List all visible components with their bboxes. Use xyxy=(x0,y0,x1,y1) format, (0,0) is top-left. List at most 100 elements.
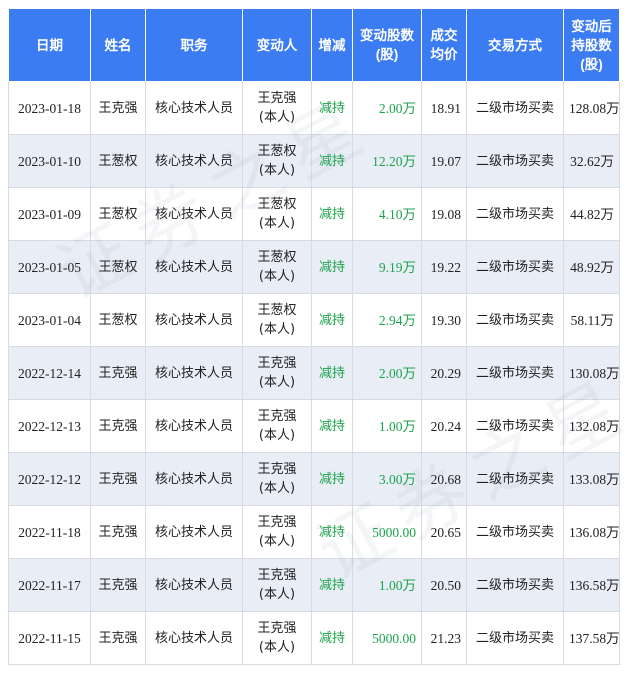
row-name: 王克强 xyxy=(90,558,146,612)
row-role: 核心技术人员 xyxy=(145,187,243,241)
row-date: 2023-01-18 xyxy=(8,81,91,135)
table-row: 2022-11-15 王克强 核心技术人员 王克强 (本人) 减持 5000.00 21.23… xyxy=(8,611,620,665)
row-after: 136.08万 xyxy=(563,505,620,559)
table-row: 2023-01-05 王葱权 核心技术人员 王葱权 (本人) 减持 9.19万 19.22 二级… xyxy=(8,240,620,294)
row-person: 王克强 (本人) xyxy=(242,611,312,665)
row-method: 二级市场买卖 xyxy=(466,293,564,347)
row-price: 19.08 xyxy=(421,187,467,241)
table-row: 2022-11-17 王克强 核心技术人员 王克强 (本人) 减持 1.00万 20.50 二级… xyxy=(8,558,620,612)
row-direction: 减持 xyxy=(311,81,353,135)
row-direction: 减持 xyxy=(311,240,353,294)
row-price: 19.07 xyxy=(421,134,467,188)
row-direction: 减持 xyxy=(311,134,353,188)
row-after: 44.82万 xyxy=(563,187,620,241)
row-price: 20.50 xyxy=(421,558,467,612)
row-method: 二级市场买卖 xyxy=(466,134,564,188)
row-direction: 减持 xyxy=(311,505,353,559)
header-price: 成交 均价 xyxy=(421,8,467,82)
row-after: 32.62万 xyxy=(563,134,620,188)
header-shares: 变动股数 (股) xyxy=(352,8,422,82)
row-method: 二级市场买卖 xyxy=(466,81,564,135)
row-shares: 3.00万 xyxy=(352,452,422,506)
row-after: 130.08万 xyxy=(563,346,620,400)
header-date: 日期 xyxy=(8,8,91,82)
row-method: 二级市场买卖 xyxy=(466,346,564,400)
row-person: 王克强 (本人) xyxy=(242,81,312,135)
row-after: 128.08万 xyxy=(563,81,620,135)
row-shares: 9.19万 xyxy=(352,240,422,294)
row-price: 20.29 xyxy=(421,346,467,400)
row-after: 48.92万 xyxy=(563,240,620,294)
row-person: 王克强 (本人) xyxy=(242,346,312,400)
row-role: 核心技术人员 xyxy=(145,134,243,188)
table-row: 2023-01-04 王葱权 核心技术人员 王葱权 (本人) 减持 2.94万 19.30 二级… xyxy=(8,293,620,347)
row-after: 132.08万 xyxy=(563,399,620,453)
row-direction: 减持 xyxy=(311,187,353,241)
row-date: 2022-11-17 xyxy=(8,558,91,612)
row-method: 二级市场买卖 xyxy=(466,505,564,559)
row-after: 58.11万 xyxy=(563,293,620,347)
row-role: 核心技术人员 xyxy=(145,558,243,612)
row-shares: 2.00万 xyxy=(352,346,422,400)
row-shares: 1.00万 xyxy=(352,558,422,612)
row-price: 20.24 xyxy=(421,399,467,453)
row-price: 19.30 xyxy=(421,293,467,347)
header-role: 职务 xyxy=(145,8,243,82)
row-method: 二级市场买卖 xyxy=(466,187,564,241)
row-name: 王葱权 xyxy=(90,293,146,347)
table-row: 2022-12-13 王克强 核心技术人员 王克强 (本人) 减持 1.00万 20.24 二级… xyxy=(8,399,620,453)
row-direction: 减持 xyxy=(311,558,353,612)
row-person: 王葱权 (本人) xyxy=(242,187,312,241)
row-method: 二级市场买卖 xyxy=(466,399,564,453)
row-role: 核心技术人员 xyxy=(145,452,243,506)
row-method: 二级市场买卖 xyxy=(466,558,564,612)
header-method: 交易方式 xyxy=(466,8,564,82)
row-shares: 5000.00 xyxy=(352,505,422,559)
row-date: 2022-12-14 xyxy=(8,346,91,400)
row-shares: 1.00万 xyxy=(352,399,422,453)
table-row: 2023-01-09 王葱权 核心技术人员 王葱权 (本人) 减持 4.10万 19.08 二级… xyxy=(8,187,620,241)
row-role: 核心技术人员 xyxy=(145,81,243,135)
row-name: 王克强 xyxy=(90,399,146,453)
row-name: 王克强 xyxy=(90,452,146,506)
row-method: 二级市场买卖 xyxy=(466,611,564,665)
row-direction: 减持 xyxy=(311,399,353,453)
row-person: 王克强 (本人) xyxy=(242,399,312,453)
row-person: 王葱权 (本人) xyxy=(242,240,312,294)
row-person: 王克强 (本人) xyxy=(242,452,312,506)
row-price: 18.91 xyxy=(421,81,467,135)
row-role: 核心技术人员 xyxy=(145,505,243,559)
row-date: 2022-11-18 xyxy=(8,505,91,559)
row-date: 2022-12-13 xyxy=(8,399,91,453)
header-after: 变动后 持股数 (股) xyxy=(563,8,620,82)
row-name: 王克强 xyxy=(90,81,146,135)
row-shares: 12.20万 xyxy=(352,134,422,188)
row-person: 王葱权 (本人) xyxy=(242,134,312,188)
header-person: 变动人 xyxy=(242,8,312,82)
row-role: 核心技术人员 xyxy=(145,399,243,453)
row-role: 核心技术人员 xyxy=(145,346,243,400)
row-name: 王葱权 xyxy=(90,187,146,241)
table-row: 2022-12-14 王克强 核心技术人员 王克强 (本人) 减持 2.00万 20.29 二级… xyxy=(8,346,620,400)
row-price: 20.68 xyxy=(421,452,467,506)
row-name: 王克强 xyxy=(90,346,146,400)
row-shares: 5000.00 xyxy=(352,611,422,665)
row-role: 核心技术人员 xyxy=(145,293,243,347)
header-name: 姓名 xyxy=(90,8,146,82)
row-after: 137.58万 xyxy=(563,611,620,665)
row-date: 2022-11-15 xyxy=(8,611,91,665)
table-row: 2023-01-10 王葱权 核心技术人员 王葱权 (本人) 减持 12.20万 19.07 二… xyxy=(8,134,620,188)
row-name: 王克强 xyxy=(90,611,146,665)
row-date: 2022-12-12 xyxy=(8,452,91,506)
table-header-row: 日期 姓名 职务 变动人 增减 变动股数 (股) 成交 均价 交易方式 变动后 持股数… xyxy=(8,8,620,82)
table-row: 2023-01-18 王克强 核心技术人员 王克强 (本人) 减持 2.00万 18.91 二级… xyxy=(8,81,620,135)
row-price: 19.22 xyxy=(421,240,467,294)
row-person: 王克强 (本人) xyxy=(242,558,312,612)
row-direction: 减持 xyxy=(311,452,353,506)
row-method: 二级市场买卖 xyxy=(466,452,564,506)
row-price: 21.23 xyxy=(421,611,467,665)
row-direction: 减持 xyxy=(311,611,353,665)
row-date: 2023-01-09 xyxy=(8,187,91,241)
row-role: 核心技术人员 xyxy=(145,240,243,294)
row-role: 核心技术人员 xyxy=(145,611,243,665)
